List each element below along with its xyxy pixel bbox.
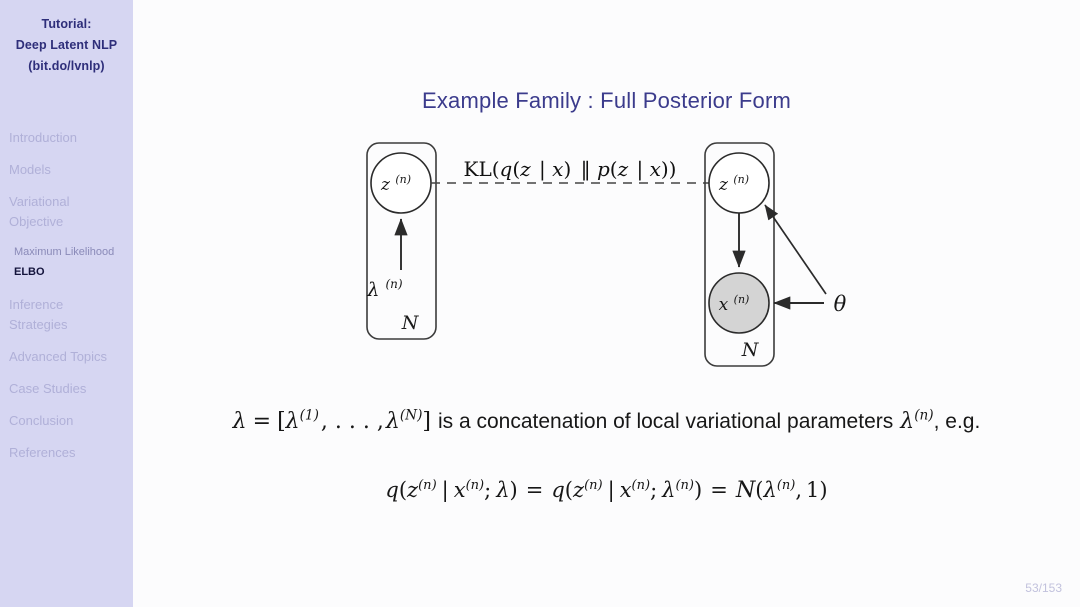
table-of-contents: Introduction Models Variational Objectiv…: [0, 128, 133, 475]
page-number: 53/153: [1025, 581, 1062, 595]
node-x-observed-label: x (n): [719, 293, 750, 315]
sidebar-item-label: Case Studies: [9, 381, 87, 396]
sidebar: Tutorial: Deep Latent NLP (bit.do/lvnlp)…: [0, 0, 133, 607]
equals-sign: =: [252, 409, 272, 434]
eq-q-2: q: [551, 478, 565, 502]
eq-paren-close-3: ): [819, 478, 828, 502]
eq-equals-1: =: [525, 478, 544, 502]
eq-z-1: z: [407, 478, 419, 502]
eq-lambda-1: λ: [496, 478, 510, 502]
eq-sup-n-6: (n): [776, 478, 796, 493]
variational-plate-box: [366, 142, 437, 340]
lambda-symbol: λ: [232, 409, 247, 434]
superscript-N: (N): [399, 407, 423, 424]
eq-z-2: z: [572, 478, 585, 502]
body-text-middle: is a concatenation of local variational …: [437, 410, 894, 433]
bracket-close: ]: [422, 409, 431, 434]
slide-canvas: Tutorial: Deep Latent NLP (bit.do/lvnlp)…: [0, 0, 1080, 607]
eq-semicolon-2: ;: [650, 478, 658, 502]
lambda-symbol-N: λ: [385, 409, 400, 434]
eq-sup-n-3: (n): [584, 478, 603, 493]
parameter-lambda-local: λ (n): [366, 277, 403, 301]
sidebar-item-references[interactable]: References: [0, 443, 133, 463]
kl-divergence-connector: KL(q(z | x) ‖ p(z | x)): [431, 157, 709, 184]
sidebar-title: Tutorial: Deep Latent NLP (bit.do/lvnlp): [0, 14, 133, 77]
variational-plate-group: N z (n) λ (n): [366, 142, 437, 340]
eq-bar-2: |: [607, 478, 615, 502]
eq-lambda-3: λ: [763, 478, 777, 502]
variational-plate-label: N: [401, 312, 420, 334]
node-z-generative: [708, 152, 770, 214]
sidebar-item-label-cont: Objective: [9, 214, 64, 229]
eq-sup-n-5: (n): [675, 478, 695, 493]
sidebar-item-elbo[interactable]: ELBO: [0, 264, 133, 281]
eq-comma: ,: [795, 478, 803, 502]
sidebar-item-conclusion[interactable]: Conclusion: [0, 411, 133, 431]
eq-sup-n-1: (n): [418, 478, 437, 493]
node-z-variational: [370, 152, 432, 214]
eq-sup-n-4: (n): [631, 478, 651, 493]
generative-plate-box: [704, 142, 775, 367]
eq-lambda-2: λ: [662, 478, 676, 502]
eq-semicolon-1: ;: [484, 478, 492, 502]
sidebar-item-label: Variational: [9, 194, 70, 209]
sidebar-item-label: References: [9, 445, 76, 460]
superscript-1: (1): [299, 407, 319, 424]
bracket-open: [: [277, 409, 286, 434]
body-text-line: λ = [λ(1), . . . ,λ(N)] is a concatenation …: [133, 408, 1080, 434]
sidebar-item-maximum-likelihood[interactable]: Maximum Likelihood: [0, 244, 133, 261]
eq-paren-open-1: (: [398, 478, 408, 502]
kl-divergence-label: KL(q(z | x) ‖ p(z | x)): [464, 157, 677, 182]
eq-sup-n-2: (n): [465, 478, 485, 493]
eq-normal-dist: N: [735, 477, 756, 503]
eq-paren-open-2: (: [564, 478, 573, 502]
sidebar-item-label: Advanced Topics: [9, 349, 108, 364]
node-x-observed: [708, 272, 770, 334]
page-title: Example Family : Full Posterior Form: [421, 88, 792, 113]
sidebar-item-label: ELBO: [14, 266, 45, 278]
eq-paren-close-1: ): [509, 478, 518, 502]
eq-one: 1: [806, 478, 820, 502]
body-text-end: , e.g.: [933, 410, 981, 433]
sidebar-item-label: Maximum Likelihood: [14, 246, 115, 258]
sidebar-title-line-3: (bit.do/lvnlp): [28, 59, 105, 73]
lambda-symbol-1: λ: [285, 409, 300, 434]
sidebar-title-line-2: Deep Latent NLP: [15, 38, 118, 52]
sidebar-title-line-1: Tutorial:: [41, 17, 92, 31]
sidebar-item-models[interactable]: Models: [0, 160, 133, 180]
generative-plate-label: N: [741, 339, 760, 361]
sidebar-item-advanced-topics[interactable]: Advanced Topics: [0, 347, 133, 367]
display-equation: q(z(n) | x(n); λ) = q(z(n) | x(n); λ(n)) = N(λ(n),…: [133, 477, 1080, 503]
node-z-generative-label: z (n): [718, 173, 749, 195]
sidebar-item-case-studies[interactable]: Case Studies: [0, 379, 133, 399]
eq-paren-close-2: ): [694, 478, 703, 502]
generative-plate-group: N z (n) x (n) θ: [704, 142, 847, 367]
sidebar-item-variational-objective[interactable]: Variational Objective: [0, 192, 133, 232]
lambda-symbol-n: λ: [900, 409, 915, 434]
eq-equals-2: =: [710, 478, 728, 502]
eq-x-1: x: [453, 478, 466, 502]
parameter-theta: θ: [834, 292, 847, 316]
sidebar-item-introduction[interactable]: Introduction: [0, 128, 133, 148]
superscript-n: (n): [914, 407, 934, 424]
eq-paren-open-3: (: [755, 478, 764, 502]
node-z-variational-label: z (n): [380, 173, 411, 195]
sidebar-item-label: Inference: [9, 297, 64, 312]
eq-q-1: q: [385, 478, 399, 502]
eq-x-2: x: [619, 478, 632, 502]
sidebar-item-label: Conclusion: [9, 413, 74, 428]
sidebar-item-label: Introduction: [9, 130, 77, 145]
sidebar-item-inference-strategies[interactable]: Inference Strategies: [0, 295, 133, 335]
sidebar-item-label-cont: Strategies: [9, 317, 68, 332]
ellipsis: , . . . ,: [320, 409, 384, 434]
sidebar-item-label: Models: [9, 162, 51, 177]
edge-theta-to-z: [764, 204, 827, 295]
eq-bar-1: |: [441, 478, 449, 502]
